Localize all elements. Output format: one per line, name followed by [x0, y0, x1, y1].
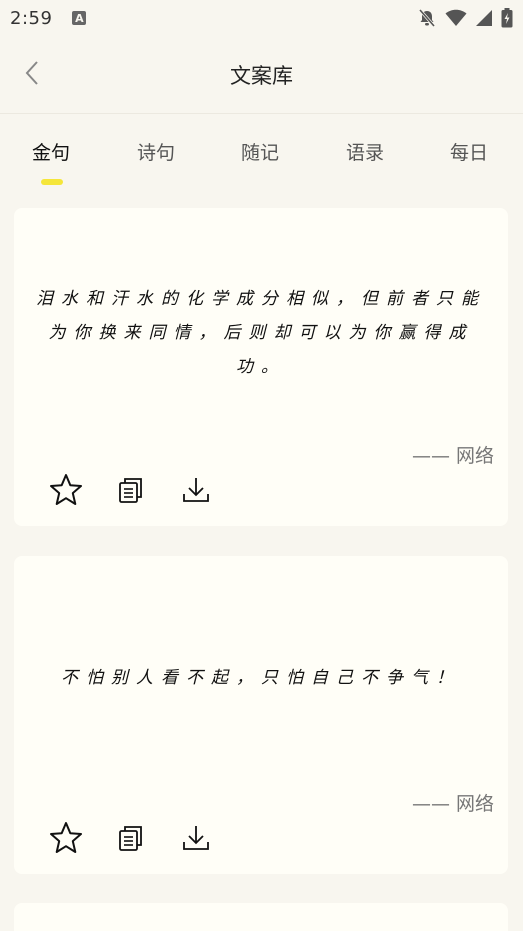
notifications-off-icon — [418, 9, 436, 27]
app-notification-icon: A — [72, 11, 87, 25]
wifi-icon — [445, 9, 467, 26]
quote-source: —— 网络 — [411, 793, 494, 815]
status-time: 2:59 — [10, 7, 53, 29]
favorite-button[interactable] — [48, 472, 84, 508]
card-actions — [48, 472, 214, 508]
status-bar: 2:59 A — [0, 0, 523, 36]
page-title: 文案库 — [230, 64, 293, 88]
active-tab-indicator — [41, 179, 63, 185]
category-tabs: 金句 诗句 随记 语录 每日 — [0, 114, 523, 194]
download-icon — [183, 478, 209, 502]
quote-card — [14, 903, 508, 931]
tab-yulu[interactable]: 语录 — [346, 138, 384, 165]
status-icons — [417, 8, 513, 28]
favorite-button[interactable] — [48, 820, 84, 856]
tab-jinju[interactable]: 金句 — [32, 138, 70, 165]
download-icon — [183, 826, 209, 850]
quote-card: 泪水和汗水的化学成分相似，但前者只能为你换来同情，后则却可以为你赢得成功。 ——… — [14, 208, 508, 526]
star-icon — [50, 474, 82, 505]
tab-shiju[interactable]: 诗句 — [137, 138, 175, 165]
quote-source: —— 网络 — [411, 445, 494, 467]
star-icon — [50, 822, 82, 853]
battery-charging-icon — [501, 8, 513, 28]
copy-icon — [119, 826, 142, 851]
tab-meiri[interactable]: 每日 — [450, 138, 488, 165]
quote-card: 不怕别人看不起，只怕自己不争气！ —— 网络 — [14, 556, 508, 874]
copy-button[interactable] — [113, 472, 149, 508]
app-header: 文案库 — [0, 36, 523, 114]
cell-signal-icon — [476, 10, 492, 26]
tab-suiji[interactable]: 随记 — [241, 138, 279, 165]
download-button[interactable] — [178, 820, 214, 856]
card-actions — [48, 820, 214, 856]
download-button[interactable] — [178, 472, 214, 508]
copy-icon — [119, 478, 142, 503]
quote-text: 泪水和汗水的化学成分相似，但前者只能为你换来同情，后则却可以为你赢得成功。 — [36, 289, 486, 377]
copy-button[interactable] — [113, 820, 149, 856]
quote-text: 不怕别人看不起，只怕自己不争气！ — [61, 668, 461, 688]
